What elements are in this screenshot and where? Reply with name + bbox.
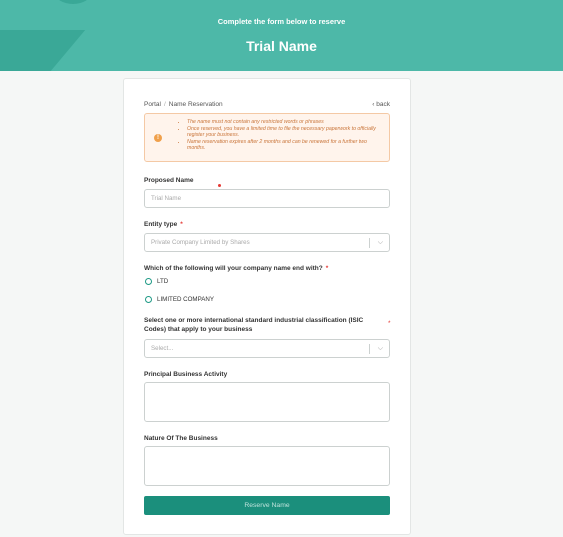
alert-item: The name must not contain any restricted…	[187, 119, 383, 125]
chevron-down-icon: ⌵	[377, 239, 383, 246]
radio-ltd[interactable]: LTD	[145, 278, 168, 285]
radio-ltd-label: LTD	[157, 278, 169, 285]
reservation-form-card: Portal/Name Reservation ‹ back ! The nam…	[123, 78, 411, 535]
entity-type-label-text: Entity type	[144, 221, 178, 228]
alert-item: Name reservation expires after 2 months …	[187, 139, 383, 151]
principal-activity-label: Principal Business Activity	[144, 371, 228, 378]
nature-of-business-label: Nature Of The Business	[144, 435, 218, 442]
name-ending-label-text: Which of the following will your company…	[144, 265, 323, 272]
proposed-name-input[interactable]: Trial Name	[144, 189, 390, 208]
page-title: Trial Name	[246, 38, 317, 54]
info-alert: ! The name must not contain any restrict…	[144, 113, 390, 162]
alert-item: Once reserved, you have a limited time t…	[187, 126, 383, 138]
required-marker: *	[180, 221, 183, 228]
select-divider	[369, 238, 370, 248]
proposed-name-label: Proposed Name	[144, 177, 194, 184]
entity-type-value: Private Company Limited by Shares	[151, 239, 250, 246]
name-ending-label: Which of the following will your company…	[144, 265, 328, 272]
breadcrumb-current: Name Reservation	[168, 101, 223, 108]
reserve-name-button[interactable]: Reserve Name	[144, 496, 390, 515]
entity-type-select[interactable]: Private Company Limited by Shares ⌵	[144, 233, 390, 252]
radio-circle[interactable]	[145, 296, 152, 303]
chevron-down-icon: ⌵	[377, 345, 383, 352]
required-marker: *	[325, 265, 329, 272]
radio-circle[interactable]	[145, 278, 152, 285]
isic-placeholder: Select...	[151, 345, 174, 352]
isic-select[interactable]: Select... ⌵	[144, 339, 390, 358]
breadcrumb-separator: /	[163, 101, 166, 108]
isic-label: Select one or more international standar…	[144, 317, 364, 333]
principal-activity-textarea[interactable]	[144, 382, 390, 422]
nature-of-business-textarea[interactable]	[144, 446, 390, 486]
back-link-label: back	[376, 101, 390, 108]
warning-icon: !	[154, 134, 162, 142]
header-decoration-circle	[55, 0, 91, 4]
required-marker: *	[388, 320, 391, 327]
page-header: Complete the form below to reserve Trial…	[0, 0, 563, 71]
select-divider	[369, 344, 370, 354]
breadcrumb-portal[interactable]: Portal	[144, 101, 161, 108]
entity-type-label: Entity type *	[144, 221, 183, 228]
header-subtitle: Complete the form below to reserve	[217, 17, 346, 26]
radio-limited-company[interactable]: LIMITED COMPANY	[145, 296, 214, 303]
radio-limited-company-label: LIMITED COMPANY	[157, 296, 214, 303]
back-link[interactable]: ‹ back	[372, 101, 390, 108]
alert-list: The name must not contain any restricted…	[187, 119, 383, 152]
validation-dot	[218, 184, 221, 187]
breadcrumb: Portal / Name Reservation	[144, 101, 223, 108]
